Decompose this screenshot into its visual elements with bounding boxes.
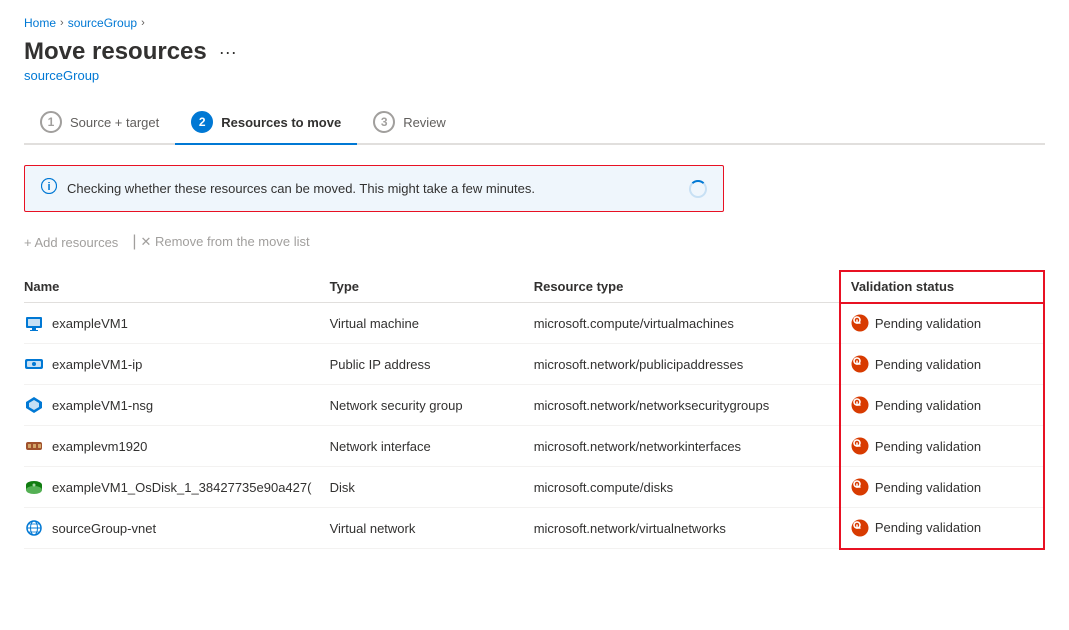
resource-type-cell: Public IP address	[330, 344, 534, 385]
validation-label: Pending validation	[875, 398, 981, 413]
vnet-icon	[24, 518, 44, 538]
resource-name[interactable]: exampleVM1-nsg	[52, 398, 153, 413]
resource-name[interactable]: exampleVM1-ip	[52, 357, 142, 372]
validation-status-cell: Pending validation	[840, 385, 1044, 426]
resource-name[interactable]: exampleVM1_OsDisk_1_38427735e90a427(	[52, 480, 311, 495]
nsg-icon	[24, 395, 44, 415]
validation-status-cell: Pending validation	[840, 426, 1044, 467]
step2-circle: 2	[191, 111, 213, 133]
step2-label: Resources to move	[221, 115, 341, 130]
info-icon: i	[41, 178, 57, 199]
resource-restype-cell: microsoft.network/networkinterfaces	[534, 426, 840, 467]
add-resources-button[interactable]: + Add resources	[24, 231, 128, 254]
validation-status-cell: Pending validation	[840, 344, 1044, 385]
resource-type-cell: Virtual machine	[330, 303, 534, 344]
svg-text:i: i	[47, 181, 50, 193]
step3-label: Review	[403, 115, 446, 130]
resource-name-cell: exampleVM1-nsg	[24, 385, 330, 426]
table-row: exampleVM1-nsg Network security group mi…	[24, 385, 1044, 426]
page-subtitle[interactable]: sourceGroup	[24, 68, 1045, 83]
page-title: Move resources	[24, 38, 207, 66]
resource-restype-cell: microsoft.network/virtualnetworks	[534, 508, 840, 549]
table-row: exampleVM1-ip Public IP address microsof…	[24, 344, 1044, 385]
step-resources-to-move[interactable]: 2 Resources to move	[175, 103, 357, 145]
pending-validation-icon	[851, 519, 869, 537]
resource-type-cell: Virtual network	[330, 508, 534, 549]
resource-restype-cell: microsoft.network/publicipaddresses	[534, 344, 840, 385]
add-resources-label: + Add resources	[24, 235, 118, 250]
validation-status-cell: Pending validation	[840, 508, 1044, 549]
resource-restype-cell: microsoft.compute/virtualmachines	[534, 303, 840, 344]
step-source-target[interactable]: 1 Source + target	[24, 103, 175, 143]
nic-icon	[24, 436, 44, 456]
resource-type-cell: Network interface	[330, 426, 534, 467]
resource-name-cell: exampleVM1-ip	[24, 344, 330, 385]
toolbar: + Add resources | ✕ Remove from the move…	[24, 230, 1045, 254]
resource-type-cell: Disk	[330, 467, 534, 508]
vm-icon	[24, 313, 44, 333]
resource-type-cell: Network security group	[330, 385, 534, 426]
col-header-type: Type	[330, 271, 534, 303]
col-header-restype: Resource type	[534, 271, 840, 303]
validation-label: Pending validation	[875, 480, 981, 495]
page-title-row: Move resources ···	[24, 38, 1045, 66]
pending-validation-icon	[851, 355, 869, 373]
validation-label: Pending validation	[875, 316, 981, 331]
breadcrumb-sep2: ›	[141, 17, 145, 29]
table-row: sourceGroup-vnet Virtual network microso…	[24, 508, 1044, 549]
resources-table: Name Type Resource type Validation statu…	[24, 270, 1045, 550]
banner-text: Checking whether these resources can be …	[67, 181, 679, 196]
toolbar-separator: |	[132, 233, 136, 251]
pending-validation-icon	[851, 478, 869, 496]
table-row: exampleVM1_OsDisk_1_38427735e90a427( Dis…	[24, 467, 1044, 508]
col-header-name: Name	[24, 271, 330, 303]
more-options-button[interactable]: ···	[215, 40, 241, 65]
remove-from-list-label: ✕ Remove from the move list	[140, 234, 309, 250]
step1-label: Source + target	[70, 115, 159, 130]
validation-label: Pending validation	[875, 439, 981, 454]
validation-status-cell: Pending validation	[840, 467, 1044, 508]
loading-spinner	[689, 180, 707, 198]
table-row: exampleVM1 Virtual machine microsoft.com…	[24, 303, 1044, 344]
pending-validation-icon	[851, 396, 869, 414]
step3-circle: 3	[373, 111, 395, 133]
steps-row: 1 Source + target 2 Resources to move 3 …	[24, 103, 1045, 145]
step-review[interactable]: 3 Review	[357, 103, 462, 143]
resource-name[interactable]: exampleVM1	[52, 316, 128, 331]
info-banner: i Checking whether these resources can b…	[24, 165, 724, 212]
resource-restype-cell: microsoft.compute/disks	[534, 467, 840, 508]
resource-name[interactable]: sourceGroup-vnet	[52, 521, 156, 536]
resource-name-cell: sourceGroup-vnet	[24, 508, 330, 549]
validation-label: Pending validation	[875, 357, 981, 372]
remove-from-list-button[interactable]: ✕ Remove from the move list	[140, 230, 319, 254]
breadcrumb-sep1: ›	[60, 17, 64, 29]
resource-name[interactable]: examplevm1920	[52, 439, 147, 454]
resource-name-cell: exampleVM1	[24, 303, 330, 344]
breadcrumb: Home › sourceGroup ›	[24, 16, 1045, 30]
col-header-validation: Validation status	[840, 271, 1044, 303]
step1-circle: 1	[40, 111, 62, 133]
validation-label: Pending validation	[875, 520, 981, 535]
table-row: examplevm1920 Network interface microsof…	[24, 426, 1044, 467]
resource-name-cell: examplevm1920	[24, 426, 330, 467]
ip-icon	[24, 354, 44, 374]
resource-name-cell: exampleVM1_OsDisk_1_38427735e90a427(	[24, 467, 330, 508]
breadcrumb-group[interactable]: sourceGroup	[68, 16, 137, 30]
pending-validation-icon	[851, 437, 869, 455]
breadcrumb-home[interactable]: Home	[24, 16, 56, 30]
disk-icon	[24, 477, 44, 497]
resource-restype-cell: microsoft.network/networksecuritygroups	[534, 385, 840, 426]
pending-validation-icon	[851, 314, 869, 332]
validation-status-cell: Pending validation	[840, 303, 1044, 344]
